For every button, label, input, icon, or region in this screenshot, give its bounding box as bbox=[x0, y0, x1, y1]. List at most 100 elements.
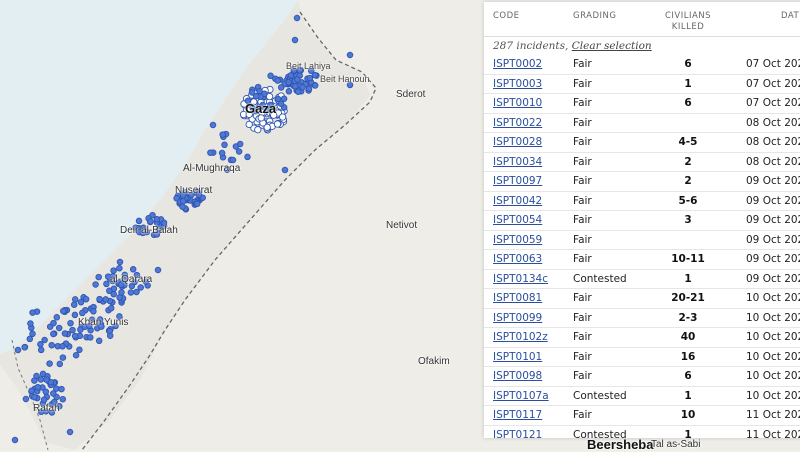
incident-marker[interactable] bbox=[116, 258, 124, 266]
incident-marker[interactable] bbox=[229, 156, 237, 164]
incident-marker[interactable] bbox=[285, 79, 292, 86]
incident-marker[interactable] bbox=[153, 216, 161, 223]
column-header-code[interactable]: CODE bbox=[493, 11, 520, 22]
incident-marker[interactable] bbox=[245, 120, 253, 129]
incident-code-link[interactable]: ISPT0010 bbox=[493, 97, 542, 109]
incident-marker[interactable] bbox=[72, 351, 80, 359]
incident-marker[interactable] bbox=[110, 290, 117, 298]
incident-marker[interactable] bbox=[107, 304, 115, 312]
incident-marker[interactable] bbox=[29, 330, 36, 338]
incident-marker[interactable] bbox=[106, 332, 114, 339]
incident-code-link[interactable]: ISPT0063 bbox=[493, 253, 542, 265]
incident-marker[interactable] bbox=[129, 266, 137, 273]
table-row[interactable]: ISPT0022 Fair 08 Oct 2023 bbox=[484, 114, 800, 133]
incident-marker[interactable] bbox=[31, 377, 38, 384]
incident-marker[interactable] bbox=[293, 14, 301, 22]
incident-marker[interactable] bbox=[193, 200, 201, 208]
incident-marker[interactable] bbox=[50, 330, 57, 338]
incident-marker[interactable] bbox=[28, 387, 35, 395]
incident-marker[interactable] bbox=[147, 218, 154, 225]
incident-marker[interactable] bbox=[267, 72, 274, 80]
incident-code-link[interactable]: ISPT0028 bbox=[493, 136, 542, 148]
incident-marker[interactable] bbox=[95, 337, 103, 345]
incident-marker[interactable] bbox=[291, 36, 299, 44]
incident-marker[interactable] bbox=[179, 203, 186, 210]
incident-marker[interactable] bbox=[55, 324, 63, 332]
incident-marker[interactable] bbox=[53, 314, 61, 321]
incident-marker[interactable] bbox=[277, 84, 285, 91]
incident-marker[interactable] bbox=[66, 428, 74, 436]
incident-marker[interactable] bbox=[56, 360, 64, 368]
incident-marker[interactable] bbox=[11, 436, 19, 444]
incident-marker[interactable] bbox=[70, 301, 78, 308]
incident-code-link[interactable]: ISPT0134c bbox=[493, 273, 548, 285]
incident-marker[interactable] bbox=[21, 344, 28, 351]
incident-marker[interactable] bbox=[29, 309, 36, 316]
incident-marker[interactable] bbox=[102, 296, 109, 303]
incident-marker[interactable] bbox=[294, 76, 301, 83]
column-header-civilians-killed[interactable]: CIVILIANS KILLED bbox=[659, 11, 717, 33]
incident-marker[interactable] bbox=[281, 166, 289, 174]
incident-code-link[interactable]: ISPT0102z bbox=[493, 331, 548, 343]
incident-marker[interactable] bbox=[236, 140, 244, 148]
incident-marker[interactable] bbox=[137, 284, 144, 291]
incident-marker[interactable] bbox=[103, 280, 110, 288]
incident-marker[interactable] bbox=[46, 360, 53, 367]
incident-marker[interactable] bbox=[278, 113, 287, 121]
incident-marker[interactable] bbox=[219, 131, 226, 138]
column-header-grading[interactable]: GRADING bbox=[573, 11, 616, 22]
incident-code-link[interactable]: ISPT0097 bbox=[493, 175, 542, 187]
incident-marker[interactable] bbox=[116, 264, 123, 272]
incident-marker[interactable] bbox=[34, 384, 42, 391]
table-row[interactable]: ISPT0042 Fair 5-6 09 Oct 2023 bbox=[484, 192, 800, 211]
incident-marker[interactable] bbox=[69, 326, 76, 334]
incident-marker[interactable] bbox=[311, 71, 319, 79]
incident-marker[interactable] bbox=[71, 332, 79, 340]
table-row[interactable]: ISPT0003 Fair 1 07 Oct 2023 bbox=[484, 75, 800, 94]
table-row[interactable]: ISPT0054 Fair 3 09 Oct 2023 bbox=[484, 211, 800, 231]
incident-marker[interactable] bbox=[291, 83, 299, 90]
incident-marker[interactable] bbox=[299, 84, 306, 91]
incident-code-link[interactable]: ISPT0042 bbox=[493, 195, 542, 207]
incident-code-link[interactable]: ISPT0107a bbox=[493, 390, 549, 402]
incident-marker[interactable] bbox=[27, 320, 34, 327]
incident-marker[interactable] bbox=[244, 153, 251, 161]
incident-marker[interactable] bbox=[87, 334, 94, 341]
incident-code-link[interactable]: ISPT0054 bbox=[493, 214, 542, 226]
incident-marker[interactable] bbox=[37, 376, 45, 383]
incident-marker[interactable] bbox=[95, 273, 102, 281]
incident-marker[interactable] bbox=[76, 346, 83, 354]
incident-marker[interactable] bbox=[127, 289, 135, 296]
table-row[interactable]: ISPT0010 Fair 6 07 Oct 2023 bbox=[484, 94, 800, 114]
incident-marker[interactable] bbox=[90, 308, 97, 315]
incident-code-link[interactable]: ISPT0022 bbox=[493, 117, 542, 129]
incident-code-link[interactable]: ISPT0098 bbox=[493, 370, 542, 382]
incident-marker[interactable] bbox=[235, 148, 243, 155]
incident-marker[interactable] bbox=[14, 346, 22, 354]
incident-marker[interactable] bbox=[50, 319, 57, 327]
incident-marker[interactable] bbox=[346, 51, 354, 59]
incident-marker[interactable] bbox=[254, 126, 262, 134]
incident-marker[interactable] bbox=[179, 197, 187, 205]
table-row[interactable]: ISPT0101 Fair 16 10 Oct 2023 bbox=[484, 348, 800, 367]
table-row[interactable]: ISPT0081 Fair 20-21 10 Oct 2023 bbox=[484, 289, 800, 309]
incident-marker[interactable] bbox=[71, 311, 79, 319]
table-row[interactable]: ISPT0097 Fair 2 09 Oct 2023 bbox=[484, 172, 800, 192]
incident-marker[interactable] bbox=[118, 289, 125, 296]
incident-marker[interactable] bbox=[61, 330, 69, 337]
incident-code-link[interactable]: ISPT0059 bbox=[493, 234, 542, 246]
table-row[interactable]: ISPT0117 Fair 10 11 Oct 2023 bbox=[484, 406, 800, 426]
table-row[interactable]: ISPT0002 Fair 6 07 Oct 2023 bbox=[484, 55, 800, 75]
incident-marker[interactable] bbox=[43, 376, 50, 383]
incident-marker[interactable] bbox=[135, 217, 143, 225]
incident-code-link[interactable]: ISPT0002 bbox=[493, 58, 542, 70]
incident-marker[interactable] bbox=[274, 77, 281, 84]
incident-marker[interactable] bbox=[82, 295, 90, 303]
incident-marker[interactable] bbox=[294, 88, 302, 95]
incident-code-link[interactable]: ISPT0121 bbox=[493, 429, 542, 439]
incident-table-panel[interactable]: CODE GRADING CIVILIANS KILLED DATE 287 i… bbox=[484, 2, 800, 438]
incident-marker[interactable] bbox=[50, 390, 57, 397]
table-row[interactable]: ISPT0034 Fair 2 08 Oct 2023 bbox=[484, 153, 800, 172]
table-row[interactable]: ISPT0121 Contested 1 11 Oct 2023 bbox=[484, 426, 800, 439]
incident-code-link[interactable]: ISPT0101 bbox=[493, 351, 542, 363]
